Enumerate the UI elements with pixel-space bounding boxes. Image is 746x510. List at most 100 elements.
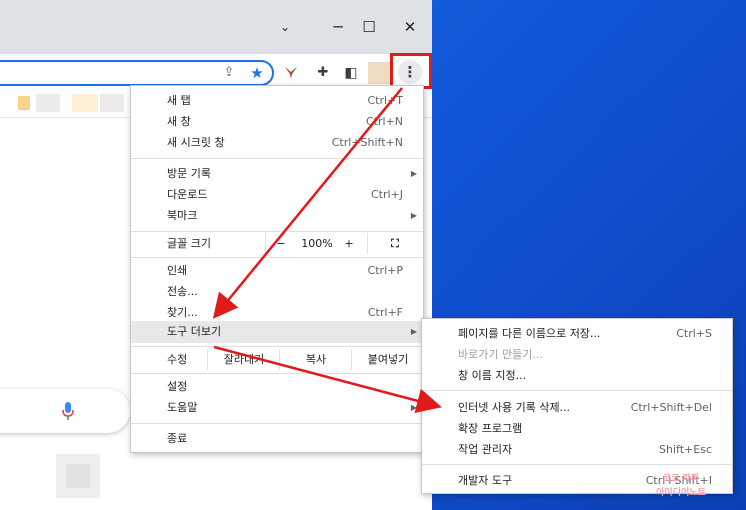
copy-button[interactable]: 복사 — [281, 349, 351, 370]
menu-divider — [131, 423, 423, 424]
extensions-puzzle-icon[interactable]: ✚ — [314, 64, 332, 82]
star-icon[interactable]: ★ — [248, 64, 266, 82]
address-bar[interactable]: ⇪ ★ — [0, 60, 274, 86]
submenu-item-name-window[interactable]: 창 이름 지정... — [422, 365, 732, 386]
side-panel-icon[interactable]: ◧ — [342, 64, 360, 82]
paste-button[interactable]: 붙여넣기 — [353, 349, 423, 370]
menu-item-cast[interactable]: 전송... — [131, 281, 423, 302]
menu-item-label: 찾기... — [167, 306, 198, 319]
divider — [265, 233, 266, 254]
submenu-item-clear-browsing-data[interactable]: 인터넷 사용 기록 삭제... Ctrl+Shift+Del — [422, 397, 732, 418]
menu-item-print[interactable]: 인쇄 Ctrl+P — [131, 260, 423, 281]
menu-item-history[interactable]: 방문 기록 ▶ — [131, 163, 423, 184]
menu-divider — [131, 231, 423, 232]
menu-item-label: 종료 — [167, 432, 188, 445]
menu-item-shortcut: Ctrl+Shift+N — [331, 136, 403, 149]
watermark-line: 아이디어노트 — [656, 488, 706, 498]
search-box[interactable] — [0, 389, 130, 433]
submenu-item-shortcut: Shift+Esc — [659, 443, 712, 456]
menu-item-bookmarks[interactable]: 북마크 ▶ — [131, 205, 423, 226]
avatar[interactable] — [368, 62, 390, 84]
tab-search-chevron-icon[interactable]: ⌄ — [270, 14, 300, 40]
divider — [279, 349, 280, 370]
zoom-row: 글꼴 크기 − 100% + ⛶ — [131, 233, 423, 254]
submenu-item-create-shortcut[interactable]: 바로가기 만들기... — [422, 344, 732, 365]
bookmark-favicon[interactable] — [100, 94, 124, 112]
zoom-label: 글꼴 크기 — [167, 237, 211, 250]
submenu-item-label: 바로가기 만들기... — [458, 348, 543, 361]
submenu-item-label: 창 이름 지정... — [458, 369, 527, 382]
menu-item-label: 북마크 — [167, 209, 198, 222]
menu-divider — [422, 464, 732, 465]
menu-item-shortcut: Ctrl+J — [370, 188, 403, 201]
submenu-item-shortcut: Ctrl+Shift+Del — [630, 401, 712, 414]
menu-item-shortcut: Ctrl+N — [365, 115, 403, 128]
menu-divider — [131, 257, 423, 258]
menu-item-settings[interactable]: 설정 — [131, 376, 423, 397]
microphone-icon[interactable] — [60, 400, 76, 422]
submenu-arrow-icon: ▶ — [410, 327, 417, 336]
extension-bird-icon[interactable] — [282, 64, 300, 82]
maximize-button[interactable]: ☐ — [354, 14, 384, 40]
menu-item-shortcut: Ctrl+P — [367, 264, 403, 277]
submenu-item-label: 인터넷 사용 기록 삭제... — [458, 401, 571, 414]
zoom-in-button[interactable]: + — [339, 233, 359, 254]
share-icon[interactable]: ⇪ — [220, 64, 238, 82]
menu-divider — [131, 373, 423, 374]
zoom-level: 100% — [301, 237, 333, 250]
menu-item-label: 새 탭 — [167, 94, 191, 107]
menu-divider — [422, 390, 732, 391]
divider — [367, 233, 368, 254]
menu-item-new-window[interactable]: 새 창 Ctrl+N — [131, 111, 423, 132]
submenu-item-label: 작업 관리자 — [458, 443, 513, 456]
menu-item-label: 설정 — [167, 380, 188, 393]
menu-item-downloads[interactable]: 다운로드 Ctrl+J — [131, 184, 423, 205]
menu-item-new-incognito-window[interactable]: 새 시크릿 창 Ctrl+Shift+N — [131, 132, 423, 153]
title-bar: ⌄ ─ ☐ ✕ — [0, 0, 432, 54]
chrome-main-menu: 새 탭 Ctrl+T 새 창 Ctrl+N 새 시크릿 창 Ctrl+Shift… — [130, 85, 424, 453]
minimize-button[interactable]: ─ — [323, 14, 353, 40]
more-tools-submenu: 페이지를 다른 이름으로 저장... Ctrl+S 바로가기 만들기... 창 … — [421, 318, 733, 494]
blurred-shortcut-icon — [66, 464, 90, 488]
divider — [351, 349, 352, 370]
menu-divider — [131, 158, 423, 159]
divider — [207, 349, 208, 370]
menu-item-label: 방문 기록 — [167, 167, 211, 180]
edit-row: 수정 잘라내기 복사 붙여넣기 — [131, 349, 423, 370]
more-menu-icon[interactable]: ⋮ — [398, 60, 422, 84]
submenu-item-extensions[interactable]: 확장 프로그램 — [422, 418, 732, 439]
cut-button[interactable]: 잘라내기 — [209, 349, 279, 370]
submenu-arrow-icon: ▶ — [410, 169, 417, 178]
menu-item-shortcut: Ctrl+T — [367, 94, 403, 107]
menu-item-more-tools[interactable]: 도구 더보기 ▶ — [131, 321, 423, 343]
submenu-arrow-icon: ▶ — [410, 211, 417, 220]
folder-icon[interactable] — [18, 96, 30, 110]
close-button[interactable]: ✕ — [395, 14, 425, 40]
menu-item-label: 새 시크릿 창 — [167, 136, 225, 149]
submenu-item-label: 개발자 도구 — [458, 474, 513, 487]
submenu-item-task-manager[interactable]: 작업 관리자 Shift+Esc — [422, 439, 732, 460]
menu-item-new-tab[interactable]: 새 탭 Ctrl+T — [131, 90, 423, 111]
submenu-item-shortcut: Ctrl+S — [676, 327, 712, 340]
menu-item-help[interactable]: 도움말 ▶ — [131, 397, 423, 418]
submenu-item-label: 페이지를 다른 이름으로 저장... — [458, 327, 601, 340]
watermark-line: 코코 파파 — [662, 474, 700, 484]
menu-item-label: 도구 더보기 — [167, 325, 222, 338]
menu-item-exit[interactable]: 종료 — [131, 428, 423, 449]
zoom-out-button[interactable]: − — [271, 233, 291, 254]
menu-item-label: 전송... — [167, 285, 198, 298]
menu-item-label: 새 창 — [167, 115, 191, 128]
menu-item-shortcut: Ctrl+F — [367, 306, 403, 319]
submenu-item-save-page-as[interactable]: 페이지를 다른 이름으로 저장... Ctrl+S — [422, 323, 732, 344]
menu-item-find[interactable]: 찾기... Ctrl+F — [131, 302, 423, 323]
bookmark-favicon[interactable] — [36, 94, 60, 112]
fullscreen-icon[interactable]: ⛶ — [383, 233, 407, 254]
bookmark-favicon[interactable] — [72, 94, 98, 112]
menu-divider — [131, 346, 423, 347]
submenu-item-label: 확장 프로그램 — [458, 422, 523, 435]
menu-item-label: 다운로드 — [167, 188, 208, 201]
submenu-arrow-icon: ▶ — [410, 403, 417, 412]
menu-item-label: 인쇄 — [167, 264, 188, 277]
menu-item-label: 도움말 — [167, 401, 198, 414]
edit-label: 수정 — [167, 353, 188, 366]
